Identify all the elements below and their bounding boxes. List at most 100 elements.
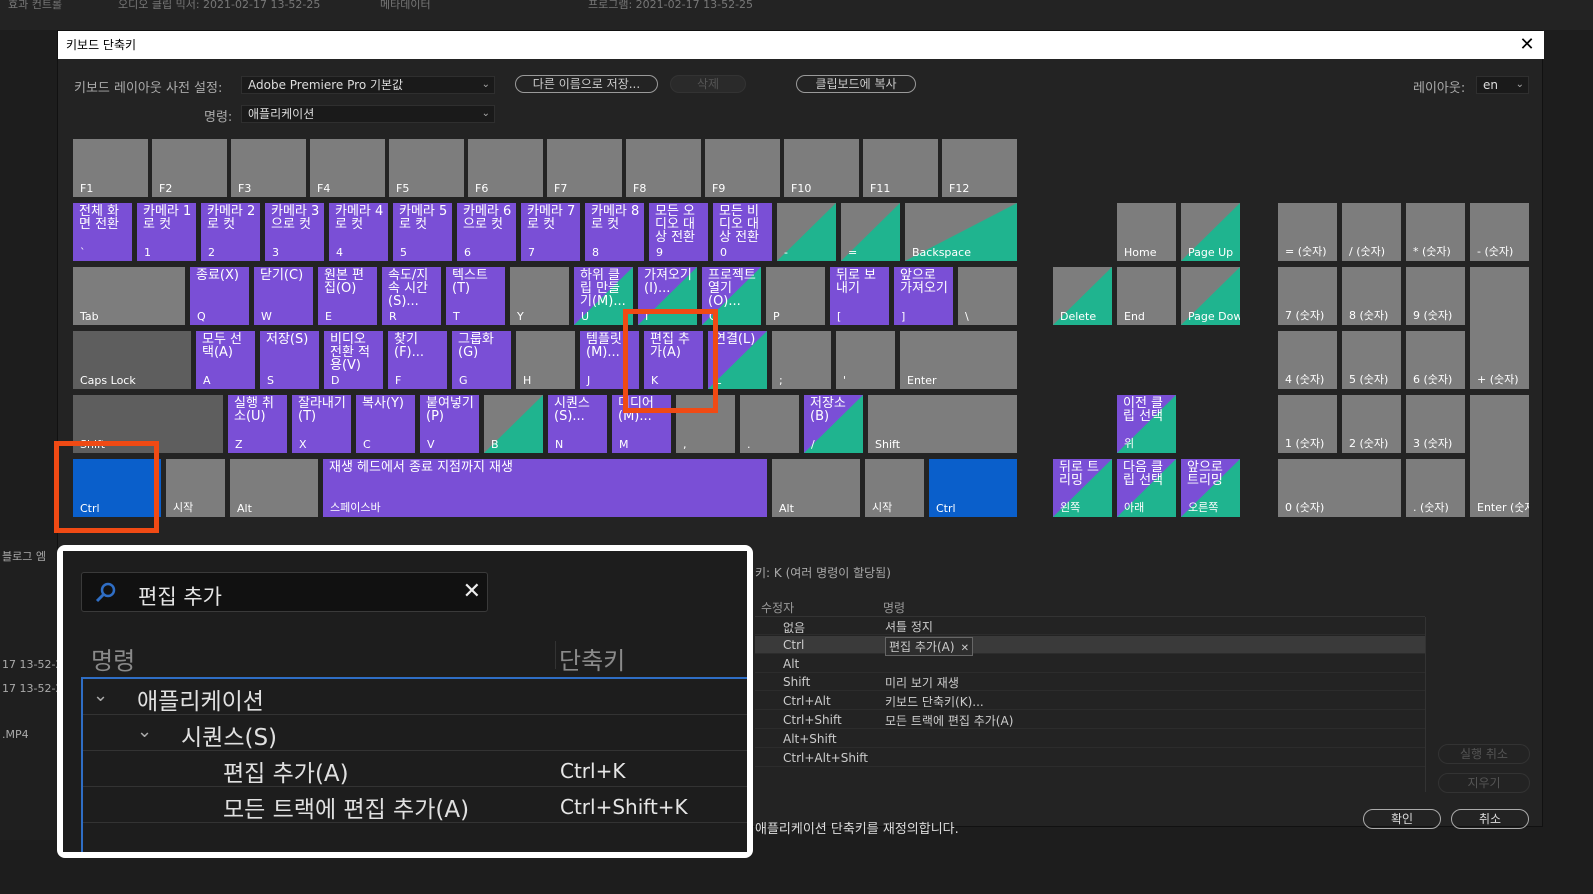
key-backtick[interactable]: 전체 화면 전환 ` — [73, 203, 132, 261]
key-ralt[interactable]: Alt — [772, 459, 860, 517]
key-backslash[interactable]: \ — [958, 267, 1017, 325]
key-numeq[interactable]: = (숫자) — [1278, 203, 1337, 261]
key-x[interactable]: 잘라내기(T) X — [292, 395, 351, 453]
key-rshift[interactable]: Shift — [868, 395, 1017, 453]
key-num5[interactable]: 5 (숫자) — [1342, 331, 1401, 389]
key-equal[interactable]: = — [841, 203, 900, 261]
modifier-row[interactable]: Ctrl+Alt+Shift — [755, 749, 1425, 767]
key-s[interactable]: 저장(S) S — [260, 331, 319, 389]
tree-row-add-edit-all-tracks[interactable]: 모든 트랙에 편집 추가(A) Ctrl+Shift+K — [83, 787, 747, 823]
key-3[interactable]: 카메라 3으로 컷 3 — [265, 203, 324, 261]
key-a[interactable]: 모두 선택(A) A — [196, 331, 255, 389]
key-slash[interactable]: 저장소(B) / — [804, 395, 863, 453]
command-chip[interactable]: 편집 추가(A) ✕ — [885, 637, 973, 656]
project-item[interactable]: 17 13-52-2 — [2, 682, 62, 695]
layout-dropdown[interactable]: en ⌄ — [1476, 76, 1529, 94]
key-period[interactable]: . — [740, 395, 799, 453]
undo-button[interactable]: 실행 취소 — [1438, 744, 1530, 764]
key-6[interactable]: 카메라 6으로 컷 6 — [457, 203, 516, 261]
tree-row-shortcut[interactable]: Ctrl+K — [560, 759, 625, 783]
key-lshift[interactable]: Shift — [73, 395, 223, 453]
key-n[interactable]: 시퀀스(S)... N — [548, 395, 607, 453]
key-p[interactable]: P — [766, 267, 825, 325]
key-up[interactable]: 이전 클립 선택 위 — [1117, 395, 1176, 453]
key-f3[interactable]: F3 — [231, 139, 306, 197]
key-u[interactable]: 하위 클립 만들기(M)... U — [574, 267, 633, 325]
key-1[interactable]: 카메라 1로 컷 1 — [137, 203, 196, 261]
key-f12[interactable]: F12 — [942, 139, 1017, 197]
key-numenter[interactable]: Enter (숫자) — [1470, 395, 1529, 517]
tab-metadata[interactable]: 메타데이터 — [380, 0, 431, 12]
key-q[interactable]: 종료(X) Q — [190, 267, 249, 325]
key-rctrl[interactable]: Ctrl — [929, 459, 1017, 517]
clear-button[interactable]: 지우기 — [1438, 773, 1530, 793]
key-rbracket[interactable]: 앞으로 가져오기] — [894, 267, 953, 325]
key-num3[interactable]: 3 (숫자) — [1406, 395, 1465, 453]
remove-icon[interactable]: ✕ — [961, 643, 969, 654]
modifier-row[interactable]: Alt+Shift — [755, 730, 1425, 748]
key-r[interactable]: 속도/지속 시간(S)... R — [382, 267, 441, 325]
tab-audio-mixer[interactable]: 오디오 클립 믹서: 2021-02-17 13-52-25 — [118, 0, 320, 12]
key-z[interactable]: 실행 취소(U) Z — [228, 395, 287, 453]
project-item[interactable]: 17 13-52-2 — [2, 658, 62, 671]
key-c[interactable]: 복사(Y) C — [356, 395, 415, 453]
key-o[interactable]: 프로젝트 열기(O)... O — [702, 267, 761, 325]
key-nummul[interactable]: * (숫자) — [1406, 203, 1465, 261]
key-num1[interactable]: 1 (숫자) — [1278, 395, 1337, 453]
key-delete[interactable]: Delete — [1053, 267, 1112, 325]
modifier-row[interactable]: Ctrl+Shift 모든 트랙에 편집 추가(A) — [755, 711, 1425, 729]
save-as-button[interactable]: 다른 이름으로 저장... — [515, 75, 658, 93]
search-field[interactable]: 편집 추가 ✕ — [81, 572, 488, 612]
modifier-row[interactable]: Ctrl+Alt 키보드 단축키(K)... — [755, 692, 1425, 710]
key-f[interactable]: 찾기(F)... F — [388, 331, 447, 389]
key-f1[interactable]: F1 — [73, 139, 148, 197]
ok-button[interactable]: 확인 — [1363, 809, 1441, 829]
key-enter[interactable]: Enter — [900, 331, 1017, 389]
key-quote[interactable]: ' — [836, 331, 895, 389]
key-num2[interactable]: 2 (숫자) — [1342, 395, 1401, 453]
key-4[interactable]: 카메라 4로 컷 4 — [329, 203, 388, 261]
tab-program-monitor[interactable]: 프로그램: 2021-02-17 13-52-25 — [588, 0, 753, 12]
search-input[interactable]: 편집 추가 — [138, 581, 222, 611]
key-num0[interactable]: 0 (숫자) — [1278, 459, 1401, 517]
modifier-row[interactable]: 없음 셔틀 정지 — [755, 617, 1425, 635]
key-home[interactable]: Home — [1117, 203, 1176, 261]
key-rwin[interactable]: 시작 — [865, 459, 924, 517]
key-f10[interactable]: F10 — [784, 139, 859, 197]
close-icon[interactable]: ✕ — [1516, 31, 1538, 59]
key-f7[interactable]: F7 — [547, 139, 622, 197]
key-f11[interactable]: F11 — [863, 139, 938, 197]
key-lwin[interactable]: 시작 — [166, 459, 225, 517]
key-left[interactable]: 뒤로 트리밍 왼쪽 — [1053, 459, 1112, 517]
key-right[interactable]: 앞으로 트리밍 오른쪽 — [1181, 459, 1240, 517]
key-l[interactable]: 연결(L) L — [708, 331, 767, 389]
key-f2[interactable]: F2 — [152, 139, 227, 197]
key-7[interactable]: 카메라 7로 컷 7 — [521, 203, 580, 261]
modifier-row[interactable]: Alt — [755, 655, 1425, 673]
modifier-row[interactable]: Shift 미리 보기 재생 — [755, 673, 1425, 691]
key-numdiv[interactable]: / (숫자) — [1342, 203, 1401, 261]
key-tab[interactable]: Tab — [73, 267, 185, 325]
tree-row-application[interactable]: ⌄ 애플리케이션 — [83, 679, 747, 715]
key-minus[interactable]: - — [777, 203, 836, 261]
key-f9[interactable]: F9 — [705, 139, 780, 197]
key-0[interactable]: 모든 비디오 대상 전환 0 — [713, 203, 772, 261]
key-k[interactable]: 편집 추가(A) K — [644, 331, 703, 389]
tree-row-shortcut[interactable]: Ctrl+Shift+K — [560, 795, 688, 819]
key-lctrl[interactable]: Ctrl — [73, 459, 161, 517]
key-y[interactable]: Y — [510, 267, 569, 325]
key-num9[interactable]: 9 (숫자) — [1406, 267, 1465, 325]
tree-row-add-edit[interactable]: 편집 추가(A) Ctrl+K — [83, 751, 747, 787]
key-b[interactable]: B — [484, 395, 543, 453]
key-f8[interactable]: F8 — [626, 139, 701, 197]
key-end[interactable]: End — [1117, 267, 1176, 325]
key-lbracket[interactable]: 뒤로 보내기 [ — [830, 267, 889, 325]
key-g[interactable]: 그룹화(G) G — [452, 331, 511, 389]
key-i[interactable]: 가져오기(I)... I — [638, 267, 697, 325]
key-m[interactable]: 미디어(M)... M — [612, 395, 671, 453]
delete-preset-button[interactable]: 삭제 — [670, 75, 746, 93]
key-num6[interactable]: 6 (숫자) — [1406, 331, 1465, 389]
key-semicolon[interactable]: ; — [772, 331, 831, 389]
key-num4[interactable]: 4 (숫자) — [1278, 331, 1337, 389]
key-lalt[interactable]: Alt — [230, 459, 318, 517]
